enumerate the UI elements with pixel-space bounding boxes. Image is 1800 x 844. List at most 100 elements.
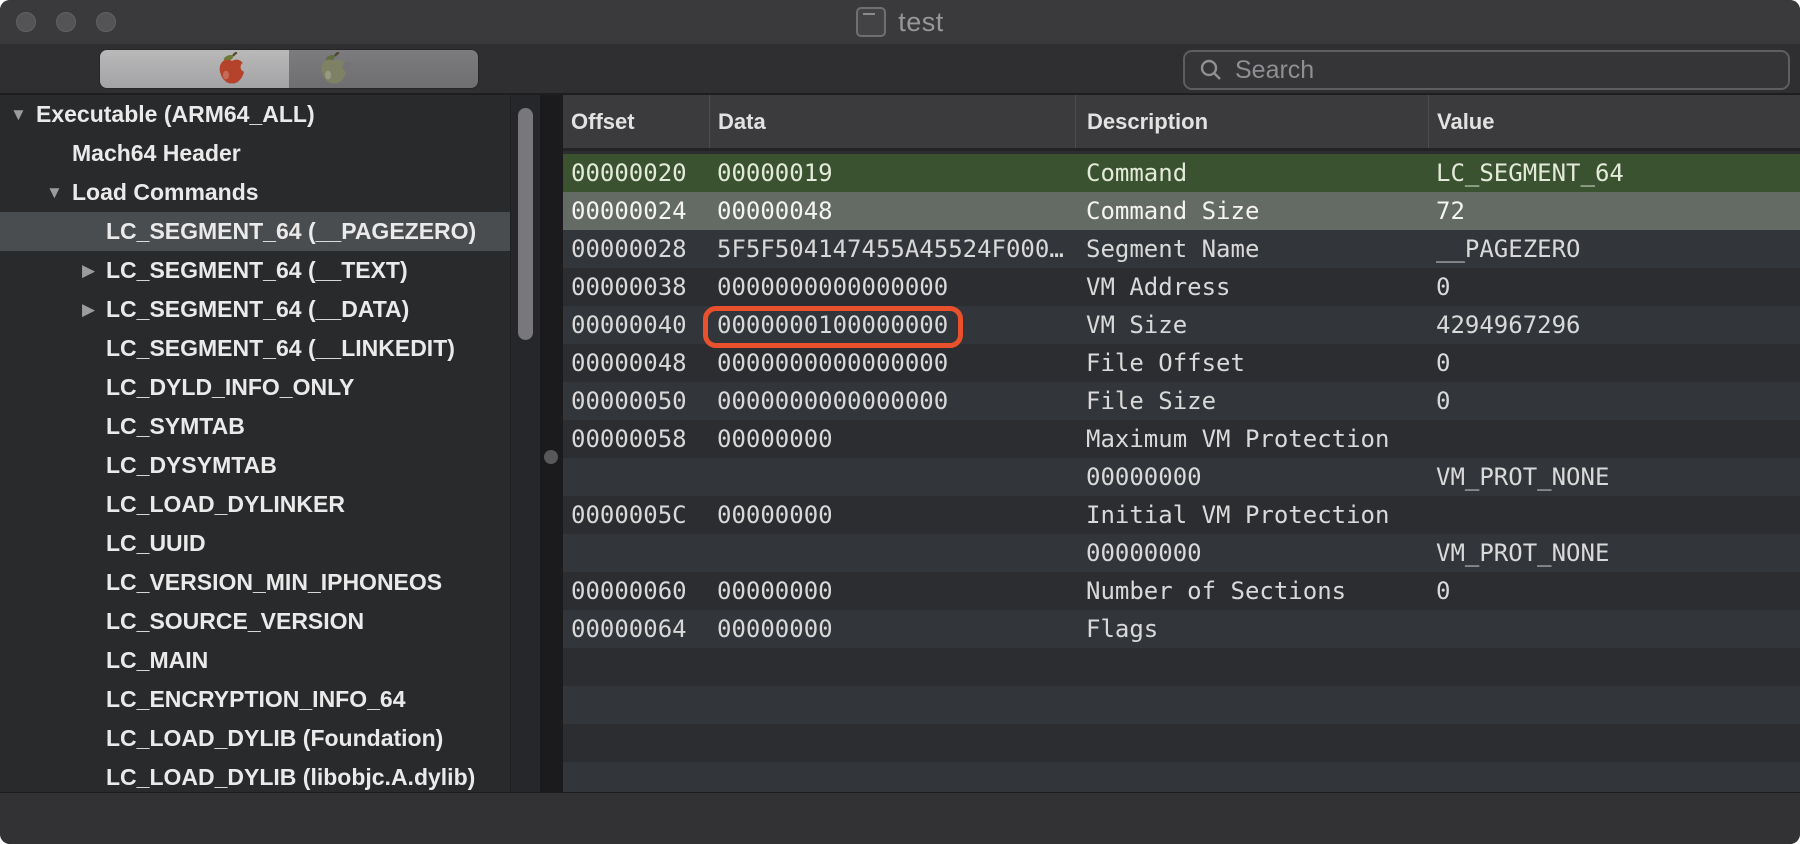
cell-value: 72 xyxy=(1436,197,1465,225)
column-header-data[interactable]: Data xyxy=(709,95,1075,148)
column-header-description[interactable]: Description xyxy=(1075,95,1428,148)
cell-offset: 00000038 xyxy=(571,273,687,301)
sidebar-item-label: LC_ENCRYPTION_INFO_64 xyxy=(106,686,406,712)
split-divider[interactable] xyxy=(540,95,563,793)
sidebar-item[interactable]: ▶ LC_SEGMENT_64 (__TEXT) xyxy=(0,251,511,290)
sidebar-item-label: Executable (ARM64_ALL) xyxy=(36,101,315,127)
window-title: test xyxy=(898,6,944,37)
cell-description: Segment Name xyxy=(1086,235,1260,263)
table-row[interactable]: 00000048 0000000000000000 File Offset 0 xyxy=(563,344,1800,382)
architecture-segmented-control xyxy=(100,50,478,88)
table-row[interactable]: 00000020 00000019 Command LC_SEGMENT_64 xyxy=(563,154,1800,192)
sidebar-item-label: LC_SEGMENT_64 (__TEXT) xyxy=(106,257,408,283)
table-row[interactable]: 00000028 5F5F504147455A45524F000… Segment … xyxy=(563,230,1800,268)
chevron-expanded-icon[interactable]: ▼ xyxy=(46,173,63,212)
cell-description: Flags xyxy=(1086,615,1159,643)
sidebar-scrollbar-thumb[interactable] xyxy=(518,108,533,340)
cell-value: VM_PROT_NONE xyxy=(1436,539,1610,567)
outline-tree: ▼ Executable (ARM64_ALL) Mach64 Header ▼ Loa… xyxy=(0,95,511,797)
table-row[interactable]: 00000000 VM_PROT_NONE xyxy=(563,534,1800,572)
table-row[interactable]: 0000005C 00000000 Initial VM Protection xyxy=(563,496,1800,534)
sidebar-scrollbar-track[interactable] xyxy=(510,95,540,793)
chevron-expanded-icon[interactable]: ▼ xyxy=(10,95,27,134)
table-header: Offset Data Description Value xyxy=(563,95,1800,151)
cell-offset: 00000060 xyxy=(571,577,687,605)
cell-value: 4294967296 xyxy=(1436,311,1581,339)
sidebar-item[interactable]: LC_SEGMENT_64 (__PAGEZERO) xyxy=(0,212,511,251)
cell-description: VM Size xyxy=(1086,311,1188,339)
detail-table: Offset Data Description Value 00000020 00000… xyxy=(563,95,1800,793)
sidebar: ▼ Executable (ARM64_ALL) Mach64 Header ▼ Loa… xyxy=(0,95,540,793)
search-input[interactable] xyxy=(1233,54,1788,86)
cell-description: File Size xyxy=(1086,387,1217,415)
cell-data: 5F5F504147455A45524F000… xyxy=(717,235,1064,263)
sidebar-item-label: LC_DYLD_INFO_ONLY xyxy=(106,374,355,400)
sidebar-item[interactable]: LC_SEGMENT_64 (__LINKEDIT) xyxy=(0,329,511,368)
sidebar-item[interactable]: LC_DYLD_INFO_ONLY xyxy=(0,368,511,407)
sidebar-item[interactable]: LC_SYMTAB xyxy=(0,407,511,446)
cell-offset xyxy=(563,534,709,572)
cell-data: 00000048 xyxy=(717,197,833,225)
sidebar-item[interactable]: LC_DYSYMTAB xyxy=(0,446,511,485)
cell-description: Number of Sections xyxy=(1086,577,1347,605)
cell-value: 0 xyxy=(1436,577,1451,605)
sidebar-item-label: LC_LOAD_DYLIB (Foundation) xyxy=(106,725,444,751)
sidebar-item[interactable]: Mach64 Header xyxy=(0,134,511,173)
sidebar-item[interactable]: LC_SOURCE_VERSION xyxy=(0,602,511,641)
cell-data xyxy=(709,458,1075,496)
cell-value: LC_SEGMENT_64 xyxy=(1436,159,1624,187)
toolbar xyxy=(0,44,1800,95)
olive-apple-icon xyxy=(321,52,351,84)
cell-data: 00000000 xyxy=(717,501,833,529)
table-row[interactable]: 00000060 00000000 Number of Sections 0 xyxy=(563,572,1800,610)
column-header-offset[interactable]: Offset xyxy=(563,95,709,148)
cell-description: Command Size xyxy=(1086,197,1260,225)
sidebar-item-label: LC_DYSYMTAB xyxy=(106,452,277,478)
sidebar-item[interactable]: LC_VERSION_MIN_IPHONEOS xyxy=(0,563,511,602)
table-row[interactable]: 00000058 00000000 Maximum VM Protection xyxy=(563,420,1800,458)
cell-value xyxy=(1428,610,1800,648)
document-icon xyxy=(856,7,887,37)
sidebar-item-label: Mach64 Header xyxy=(72,140,241,166)
sidebar-item[interactable]: LC_LOAD_DYLIB (Foundation) xyxy=(0,719,511,758)
sidebar-item[interactable]: ▶ LC_SEGMENT_64 (__DATA) xyxy=(0,290,511,329)
cell-data: 0000000000000000 xyxy=(717,349,949,377)
sidebar-item-label: LC_SEGMENT_64 (__LINKEDIT) xyxy=(106,335,455,361)
segment-arm64-selected[interactable] xyxy=(100,50,289,88)
table-row[interactable]: 00000050 0000000000000000 File Size 0 xyxy=(563,382,1800,420)
table-row[interactable]: 00000000 VM_PROT_NONE xyxy=(563,458,1800,496)
chevron-collapsed-icon[interactable]: ▶ xyxy=(82,290,95,329)
cell-data xyxy=(709,534,1075,572)
table-row[interactable]: 00000040 0000000100000000 VM Size 429496729… xyxy=(563,306,1800,344)
sidebar-item-label: LC_UUID xyxy=(106,530,206,556)
sidebar-item[interactable]: ▼ Executable (ARM64_ALL) xyxy=(0,95,511,134)
table-row[interactable]: 00000024 00000048 Command Size 72 xyxy=(563,192,1800,230)
sidebar-item[interactable]: LC_UUID xyxy=(0,524,511,563)
cell-value: VM_PROT_NONE xyxy=(1436,463,1610,491)
cell-data: 0000000000000000 xyxy=(717,273,949,301)
cell-offset: 00000024 xyxy=(571,197,687,225)
column-header-value[interactable]: Value xyxy=(1428,95,1800,148)
sidebar-item-label: LC_LOAD_DYLINKER xyxy=(106,491,345,517)
cell-offset: 00000064 xyxy=(571,615,687,643)
cell-offset: 0000005C xyxy=(571,501,687,529)
cell-description: Initial VM Protection xyxy=(1086,501,1390,529)
cell-data: 00000000 xyxy=(717,577,833,605)
sidebar-item[interactable]: LC_LOAD_DYLINKER xyxy=(0,485,511,524)
cell-description: Command xyxy=(1086,159,1188,187)
cell-value xyxy=(1428,420,1800,458)
sidebar-item[interactable]: ▼ Load Commands xyxy=(0,173,511,212)
segment-arm64-alt[interactable] xyxy=(289,50,478,88)
sidebar-item-label: LC_MAIN xyxy=(106,647,209,673)
search-icon xyxy=(1200,59,1221,80)
cell-data: 0000000100000000 xyxy=(717,311,949,339)
cell-description: 00000000 xyxy=(1086,539,1202,567)
sidebar-item[interactable]: LC_ENCRYPTION_INFO_64 xyxy=(0,680,511,719)
cell-offset: 00000058 xyxy=(571,425,687,453)
sidebar-item[interactable]: LC_MAIN xyxy=(0,641,511,680)
sidebar-item-label: LC_SYMTAB xyxy=(106,413,245,439)
table-row[interactable]: 00000064 00000000 Flags xyxy=(563,610,1800,648)
table-row[interactable]: 00000038 0000000000000000 VM Address 0 xyxy=(563,268,1800,306)
split-handle-dot[interactable] xyxy=(544,450,558,464)
chevron-collapsed-icon[interactable]: ▶ xyxy=(82,251,95,290)
